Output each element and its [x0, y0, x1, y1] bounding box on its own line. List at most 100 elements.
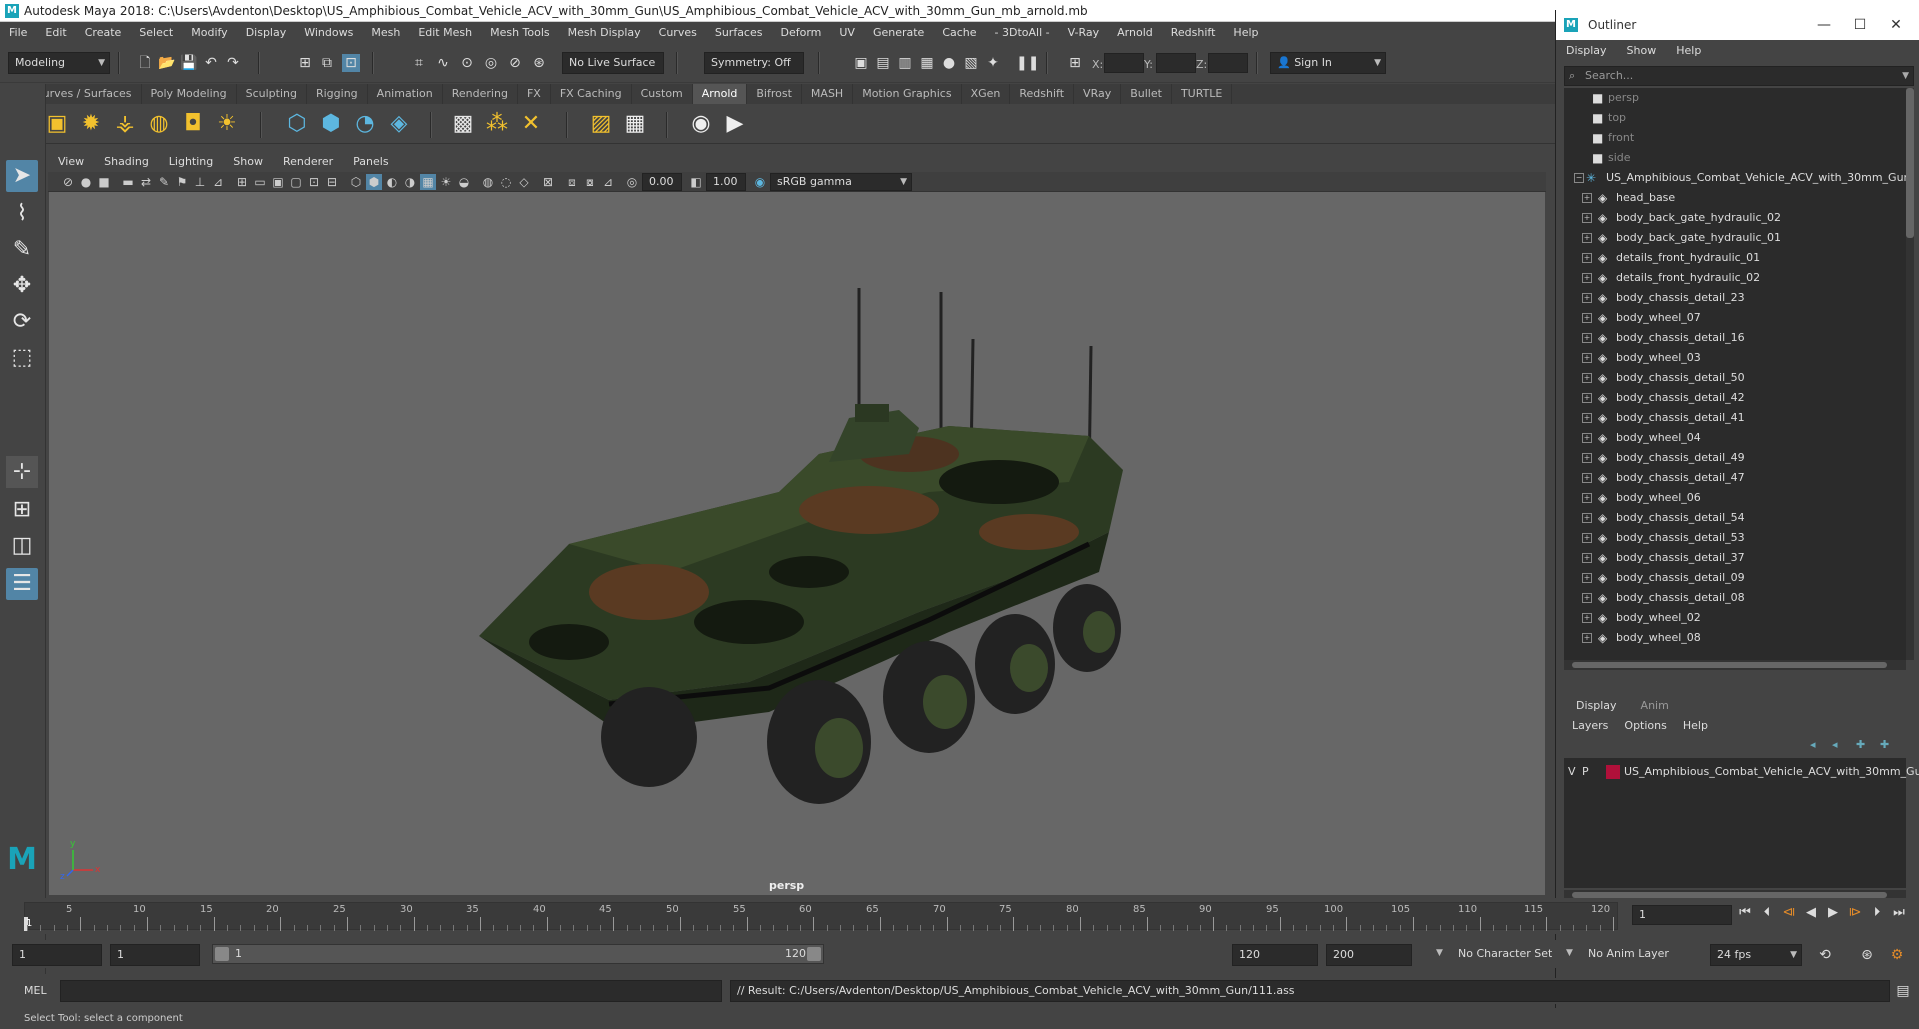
- menu-mesh[interactable]: Mesh: [362, 22, 409, 44]
- shelf-tab-bifrost[interactable]: Bifrost: [747, 84, 802, 104]
- default-material-icon[interactable]: ◐: [384, 174, 400, 190]
- viewport-menu-view[interactable]: View: [48, 152, 94, 172]
- expand-toggle-icon[interactable]: +: [1582, 253, 1592, 263]
- character-set-dropdown[interactable]: No Character Set: [1452, 944, 1552, 966]
- outliner-vertical-scrollbar[interactable]: [1906, 88, 1914, 660]
- command-input[interactable]: [60, 980, 722, 1002]
- gamma-field[interactable]: 1.00: [706, 173, 746, 191]
- outliner-item[interactable]: + ◈ body_chassis_detail_50: [1564, 368, 1906, 388]
- sign-in-button[interactable]: 👤 Sign In ▼: [1270, 52, 1386, 74]
- anim-layer-arrow-icon[interactable]: ▼: [1566, 948, 1573, 958]
- outliner-item[interactable]: + ◈ body_back_gate_hydraulic_01: [1564, 228, 1906, 248]
- xray-components-icon[interactable]: ⊿: [600, 174, 616, 190]
- go-to-end-icon[interactable]: ⏭: [1888, 902, 1910, 924]
- snap-grid-icon[interactable]: ⌗: [410, 54, 428, 72]
- snap-point-icon[interactable]: ⊙: [458, 54, 476, 72]
- live-surface-field[interactable]: No Live Surface: [562, 52, 664, 74]
- snap-live-icon[interactable]: ⊛: [530, 54, 548, 72]
- hypershade-icon[interactable]: ●: [940, 54, 958, 72]
- viewport-menu-lighting[interactable]: Lighting: [159, 152, 223, 172]
- menu-3dtoall[interactable]: - 3DtoAll -: [986, 22, 1059, 44]
- create-standin-icon[interactable]: ⬡: [282, 109, 312, 139]
- new-scene-icon[interactable]: 🗋: [136, 54, 154, 72]
- outliner-camera-item[interactable]: ■ side: [1564, 148, 1906, 168]
- shelf-tab-animation[interactable]: Animation: [368, 84, 443, 104]
- outliner-menu-show[interactable]: Show: [1617, 40, 1667, 62]
- layer-playback-toggle[interactable]: P: [1582, 765, 1589, 778]
- step-forward-key-icon[interactable]: ⏵: [1866, 902, 1888, 924]
- shelf-tab-motion-graphics[interactable]: Motion Graphics: [853, 84, 962, 104]
- playback-start-field[interactable]: 1: [110, 944, 200, 966]
- playback-end-field[interactable]: 120: [1232, 944, 1318, 966]
- outliner-item[interactable]: + ◈ body_chassis_detail_49: [1564, 448, 1906, 468]
- outliner-item[interactable]: + ◈ head_base: [1564, 188, 1906, 208]
- layer-color-swatch[interactable]: [1606, 765, 1620, 779]
- layer-menu-layers[interactable]: Layers: [1564, 716, 1616, 736]
- outliner-root-item[interactable]: − ✳ US_Amphibious_Combat_Vehicle_ACV_with_…: [1564, 168, 1906, 188]
- new-layer-icon[interactable]: ✚: [1856, 738, 1865, 751]
- menu-generate[interactable]: Generate: [864, 22, 933, 44]
- gamma-icon[interactable]: ◧: [688, 174, 704, 190]
- select-object-icon[interactable]: ⧉: [318, 54, 336, 72]
- menu-uv[interactable]: UV: [830, 22, 864, 44]
- z-coordinate-field[interactable]: [1208, 53, 1248, 73]
- ipr-render-icon[interactable]: ▥: [896, 54, 914, 72]
- undo-icon[interactable]: ↶: [202, 54, 220, 72]
- maximize-icon[interactable]: ☐: [1842, 10, 1878, 40]
- y-coordinate-field[interactable]: [1156, 53, 1196, 73]
- outliner-layout-icon[interactable]: ☰: [6, 568, 38, 600]
- xray-joints-icon[interactable]: ⧇: [582, 174, 598, 190]
- expand-toggle-icon[interactable]: +: [1582, 333, 1592, 343]
- outliner-item[interactable]: + ◈ body_chassis_detail_47: [1564, 468, 1906, 488]
- auto-key-icon[interactable]: ⊛: [1858, 946, 1876, 964]
- outliner-item[interactable]: + ◈ body_wheel_06: [1564, 488, 1906, 508]
- layer-tab-display[interactable]: Display: [1564, 696, 1629, 716]
- animation-start-field[interactable]: 1: [12, 944, 102, 966]
- exposure-field[interactable]: 0.00: [642, 173, 682, 191]
- layer-menu-options[interactable]: Options: [1616, 716, 1674, 736]
- snap-view-icon[interactable]: ◎: [482, 54, 500, 72]
- bookmark-flag-icon[interactable]: ⚑: [174, 174, 190, 190]
- layer-menu-help[interactable]: Help: [1675, 716, 1716, 736]
- expand-toggle-icon[interactable]: +: [1582, 233, 1592, 243]
- shelf-tab-fx[interactable]: FX: [518, 84, 551, 104]
- outliner-item[interactable]: + ◈ body_back_gate_hydraulic_02: [1564, 208, 1906, 228]
- time-slider-ruler[interactable]: 1 5 10 15 20 25 30 35 40 45 50 55 60 65 70 75 80 85 90 95 1…: [24, 902, 1618, 931]
- menu-surfaces[interactable]: Surfaces: [706, 22, 772, 44]
- expand-toggle-icon[interactable]: +: [1582, 533, 1592, 543]
- expand-toggle-icon[interactable]: −: [1574, 173, 1584, 183]
- viewport-menu-panels[interactable]: Panels: [343, 152, 398, 172]
- shelf-tab-rendering[interactable]: Rendering: [443, 84, 518, 104]
- physical-sky-icon[interactable]: ☀: [212, 109, 242, 139]
- snap-curve-icon[interactable]: ∿: [434, 54, 452, 72]
- lasso-tool-icon[interactable]: ⌇: [6, 198, 38, 230]
- outliner-horizontal-scrollbar[interactable]: [1564, 660, 1906, 670]
- outliner-item[interactable]: + ◈ details_front_hydraulic_02: [1564, 268, 1906, 288]
- search-dropdown-icon[interactable]: ▼: [1902, 67, 1909, 85]
- license-icon[interactable]: ▦: [620, 109, 650, 139]
- fps-dropdown[interactable]: 24 fps ▼: [1710, 944, 1802, 966]
- use-all-lights-icon[interactable]: ☀: [438, 174, 454, 190]
- rotate-tool-icon[interactable]: ⟳: [6, 306, 38, 338]
- flush-textures-icon[interactable]: ▩: [448, 109, 478, 139]
- pause-render-icon[interactable]: ❚❚: [1016, 54, 1039, 72]
- expand-toggle-icon[interactable]: +: [1582, 493, 1592, 503]
- 2d-pan-icon[interactable]: ⇄: [138, 174, 154, 190]
- single-view-icon[interactable]: ⊹: [6, 456, 38, 488]
- play-render-icon[interactable]: ▶: [720, 109, 750, 139]
- field-chart-icon[interactable]: ⊡: [306, 174, 322, 190]
- image-plane-icon[interactable]: ▬: [120, 174, 136, 190]
- shelf-tab-turtle[interactable]: TURTLE: [1172, 84, 1233, 104]
- menu-modify[interactable]: Modify: [182, 22, 236, 44]
- menu-file[interactable]: File: [0, 22, 36, 44]
- transform-field-icon[interactable]: ⊞: [1066, 54, 1084, 72]
- render-view-icon[interactable]: ▣: [852, 54, 870, 72]
- open-scene-icon[interactable]: 📂: [158, 54, 176, 72]
- grease-pencil-icon[interactable]: ✎: [156, 174, 172, 190]
- outliner-item[interactable]: + ◈ body_chassis_detail_53: [1564, 528, 1906, 548]
- volume-icon[interactable]: ◈: [384, 109, 414, 139]
- save-scene-icon[interactable]: 💾: [180, 54, 198, 72]
- menu-display[interactable]: Display: [237, 22, 296, 44]
- script-language-label[interactable]: MEL: [24, 984, 47, 997]
- expand-toggle-icon[interactable]: +: [1582, 193, 1592, 203]
